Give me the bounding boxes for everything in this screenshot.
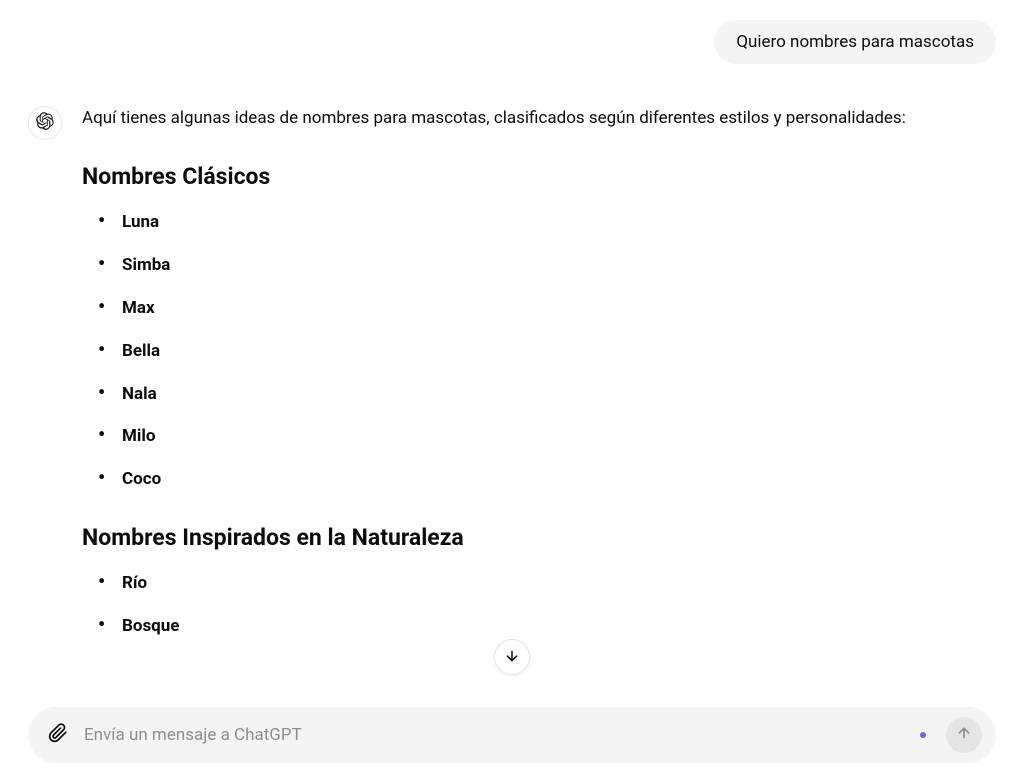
list-item: Nala bbox=[104, 380, 956, 409]
arrow-up-icon bbox=[956, 725, 972, 745]
list-item: Bella bbox=[104, 337, 956, 366]
name-list-classics: Luna Simba Max Bella Nala Milo Coco bbox=[82, 208, 956, 494]
message-composer bbox=[28, 707, 996, 763]
chatgpt-logo-icon bbox=[36, 112, 54, 134]
section-heading-nature: Nombres Inspirados en la Naturaleza bbox=[82, 518, 956, 557]
arrow-down-icon bbox=[504, 648, 520, 667]
message-input[interactable] bbox=[84, 725, 906, 745]
list-item: Max bbox=[104, 294, 956, 323]
status-indicator-icon bbox=[920, 732, 926, 738]
composer-wrap bbox=[28, 707, 996, 763]
assistant-intro-text: Aquí tienes algunas ideas de nombres par… bbox=[82, 104, 956, 133]
chat-container: Quiero nombres para mascotas Aquí tienes… bbox=[0, 0, 1024, 700]
assistant-message-row: Aquí tienes algunas ideas de nombres par… bbox=[28, 104, 996, 655]
paperclip-icon bbox=[48, 723, 68, 747]
send-button[interactable] bbox=[946, 717, 982, 753]
assistant-avatar bbox=[28, 106, 62, 140]
user-message-text: Quiero nombres para mascotas bbox=[736, 32, 974, 52]
section-heading-classics: Nombres Clásicos bbox=[82, 157, 956, 196]
assistant-message-body: Aquí tienes algunas ideas de nombres par… bbox=[82, 104, 996, 655]
scroll-to-bottom-button[interactable] bbox=[494, 639, 530, 675]
name-list-nature: Río Bosque bbox=[82, 569, 956, 641]
attach-button[interactable] bbox=[46, 723, 70, 747]
list-item: Bosque bbox=[104, 612, 956, 641]
list-item: Coco bbox=[104, 465, 956, 494]
user-message-bubble: Quiero nombres para mascotas bbox=[714, 20, 996, 64]
user-message-row: Quiero nombres para mascotas bbox=[28, 20, 996, 64]
list-item: Luna bbox=[104, 208, 956, 237]
list-item: Simba bbox=[104, 251, 956, 280]
list-item: Milo bbox=[104, 422, 956, 451]
list-item: Río bbox=[104, 569, 956, 598]
